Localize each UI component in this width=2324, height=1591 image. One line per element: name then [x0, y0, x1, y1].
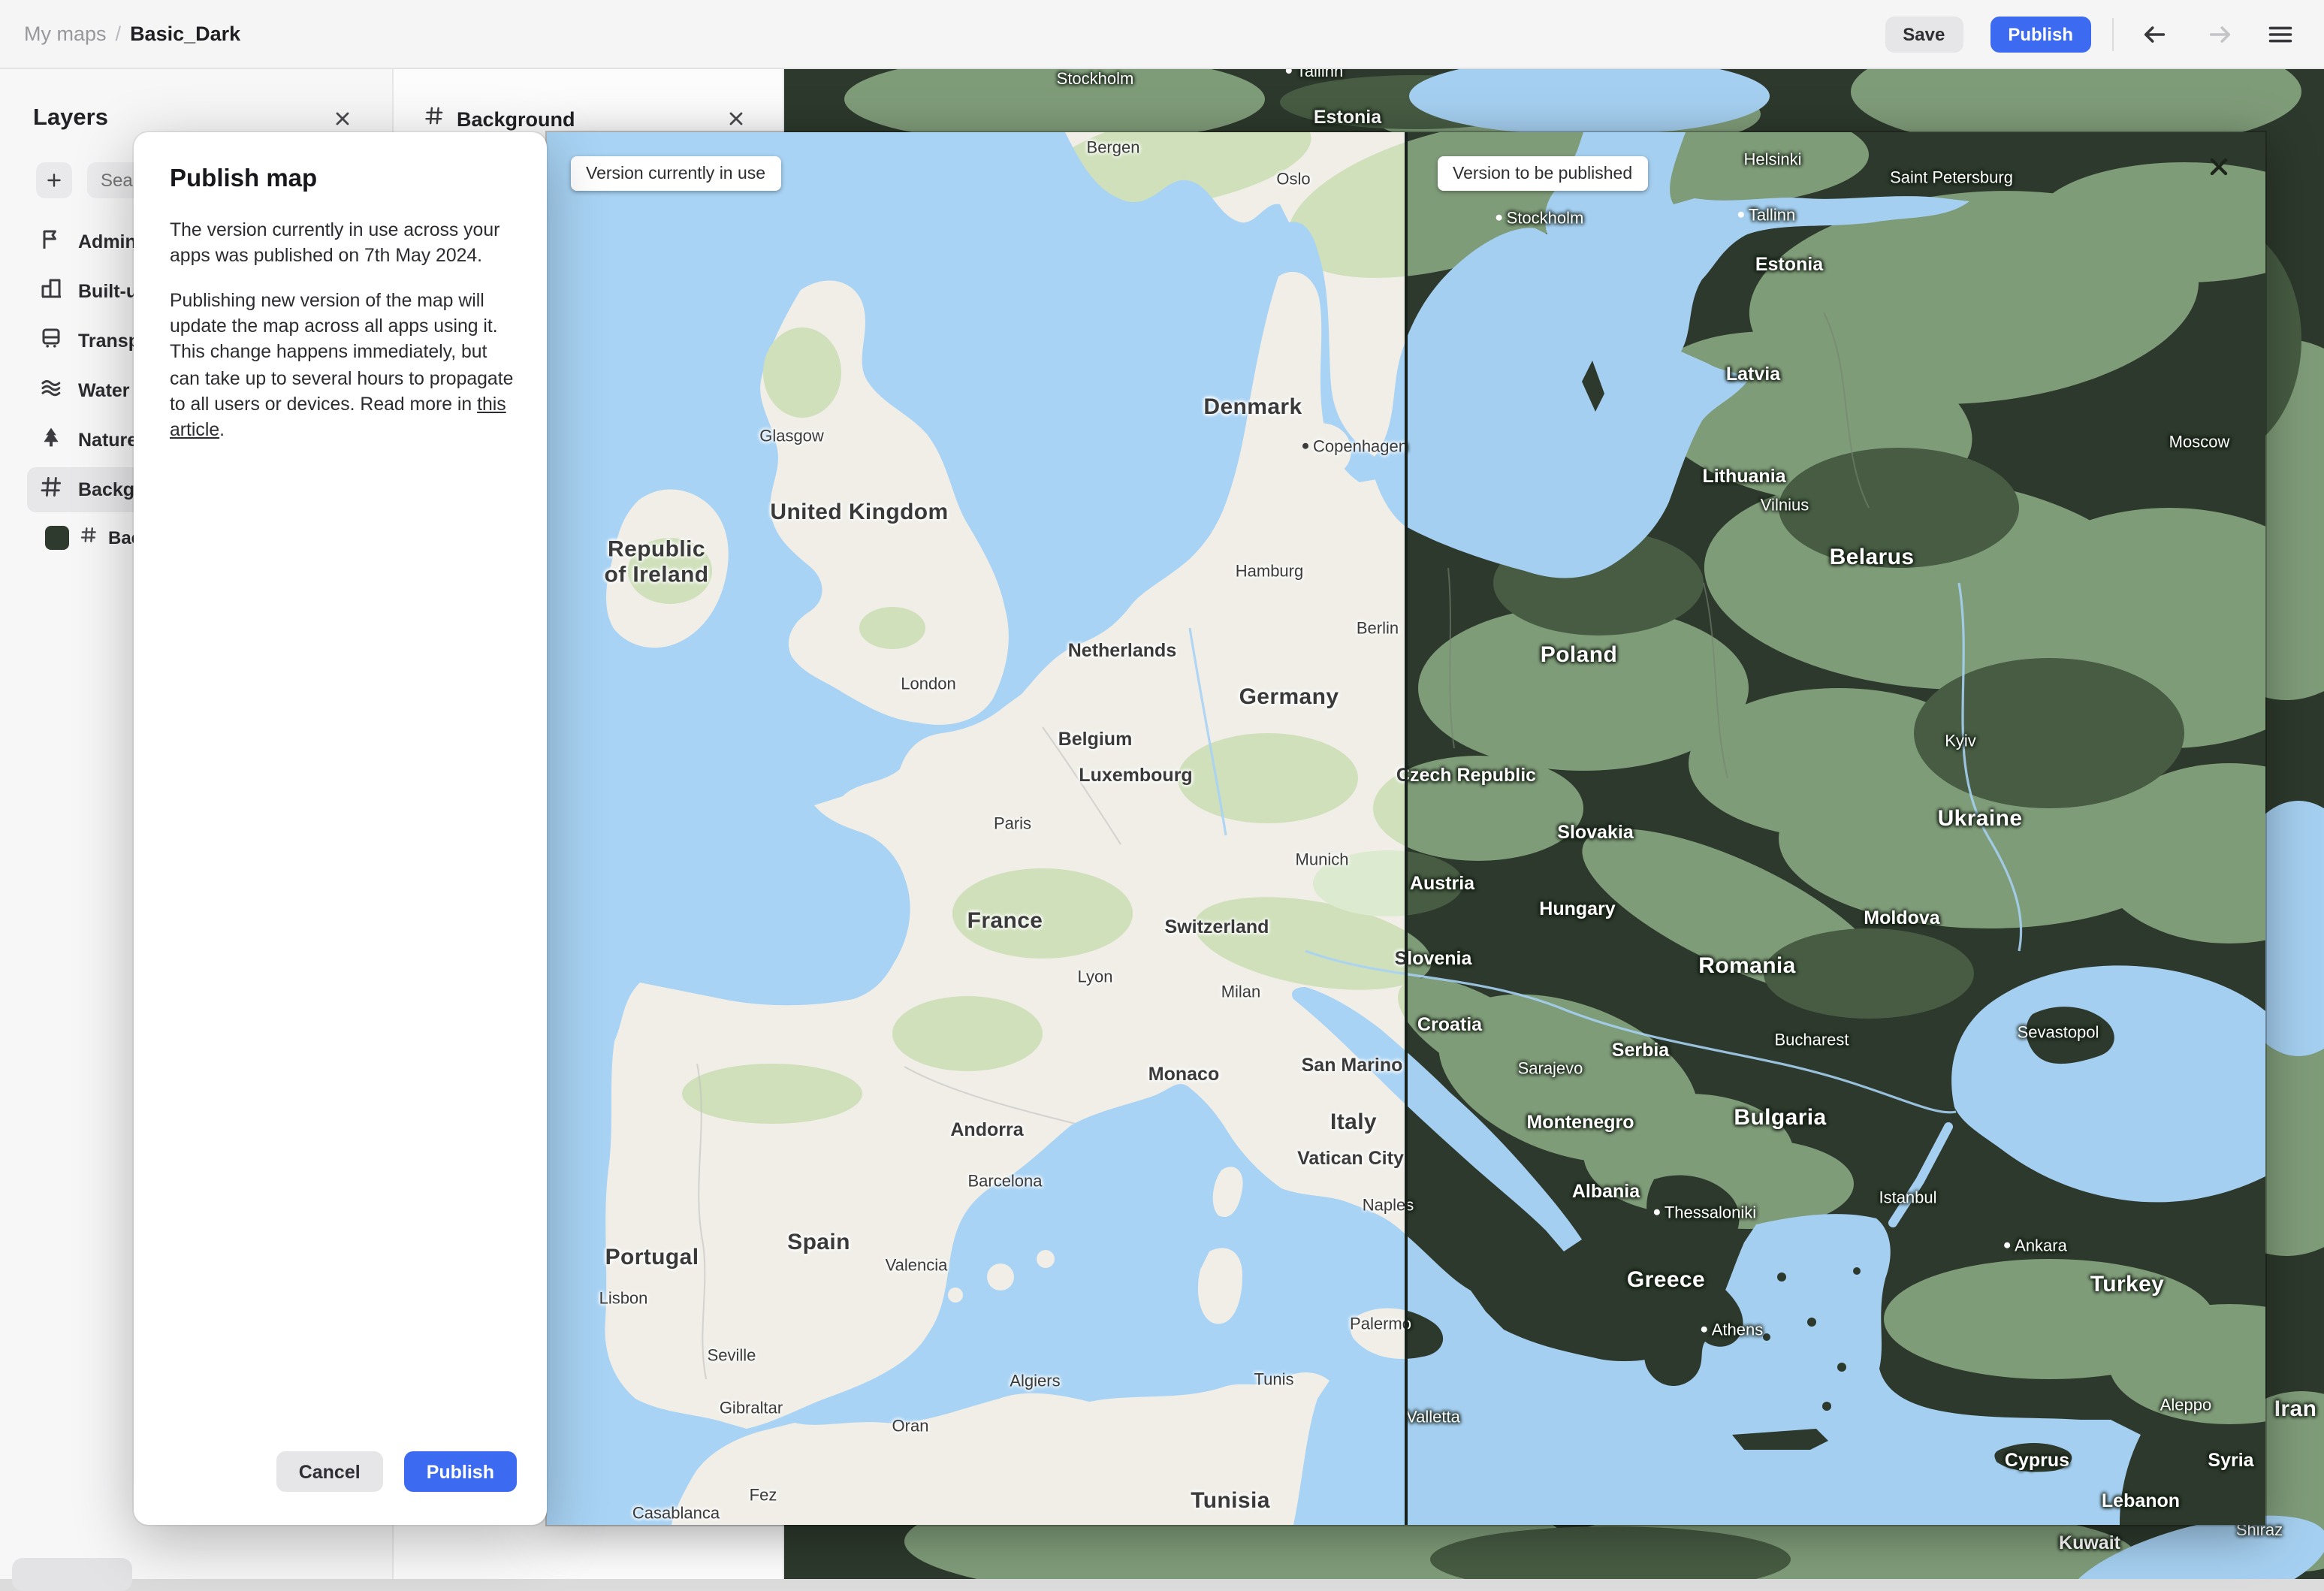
- sidebar-footer-control[interactable]: [12, 1558, 132, 1591]
- dialog-paragraph-1: The version currently in use across your…: [170, 219, 500, 267]
- breadcrumb: My maps / Basic_Dark: [24, 23, 240, 45]
- close-comparison-icon[interactable]: [2208, 156, 2229, 185]
- breadcrumb-my-maps[interactable]: My maps: [24, 23, 107, 45]
- breadcrumb-map-name: Basic_Dark: [130, 23, 241, 45]
- publish-map-dialog: Publish map The version currently in use…: [134, 132, 547, 1525]
- grid-icon-small: [80, 524, 98, 551]
- cancel-button[interactable]: Cancel: [276, 1451, 383, 1492]
- current-version-badge: Version currently in use: [571, 156, 781, 191]
- publish-confirm-button[interactable]: Publish: [403, 1451, 517, 1492]
- dialog-title: Publish map: [170, 165, 318, 192]
- comparison-pane-current[interactable]: BergenOsloHelsinkiSaint PetersburgTallin…: [547, 132, 1406, 1525]
- bus-icon: [39, 325, 63, 357]
- tree-icon: [39, 424, 63, 456]
- comparison-pane-new[interactable]: BergenOsloHelsinkiSaint PetersburgTallin…: [1406, 132, 2265, 1525]
- menu-button[interactable]: [2261, 14, 2300, 53]
- waves-icon: [39, 375, 63, 406]
- background-tab-label: Background: [457, 107, 575, 130]
- undo-back-button[interactable]: [2135, 14, 2174, 53]
- app-root: Stockholm Tallinn Estonia Iran Shiraz Kuwait …: [0, 0, 2324, 1591]
- comparison-divider[interactable]: [1405, 132, 1408, 1525]
- layer-color-swatch: [45, 526, 69, 550]
- map-comparison: BergenOsloHelsinkiSaint PetersburgTallin…: [547, 132, 2265, 1525]
- breadcrumb-separator: /: [115, 23, 122, 45]
- toolbar-divider: [2112, 17, 2114, 50]
- grid-icon: [39, 474, 63, 506]
- redo-forward-button[interactable]: [2201, 14, 2240, 53]
- save-button[interactable]: Save: [1885, 16, 1963, 52]
- new-version-badge: Version to be published: [1438, 156, 1648, 191]
- flag-icon: [39, 226, 63, 258]
- map-art: [1406, 132, 2265, 1525]
- dialog-paragraph-2: Publishing new version of the map will u…: [170, 290, 514, 440]
- top-bar: My maps / Basic_Dark Save Publish: [0, 0, 2324, 69]
- add-layer-button[interactable]: [36, 162, 72, 198]
- map-art: [547, 132, 1406, 1525]
- publish-button[interactable]: Publish: [1990, 16, 2091, 52]
- layers-panel-title: Layers: [33, 105, 108, 131]
- buildings-icon: [39, 276, 63, 307]
- grid-icon: [424, 104, 445, 133]
